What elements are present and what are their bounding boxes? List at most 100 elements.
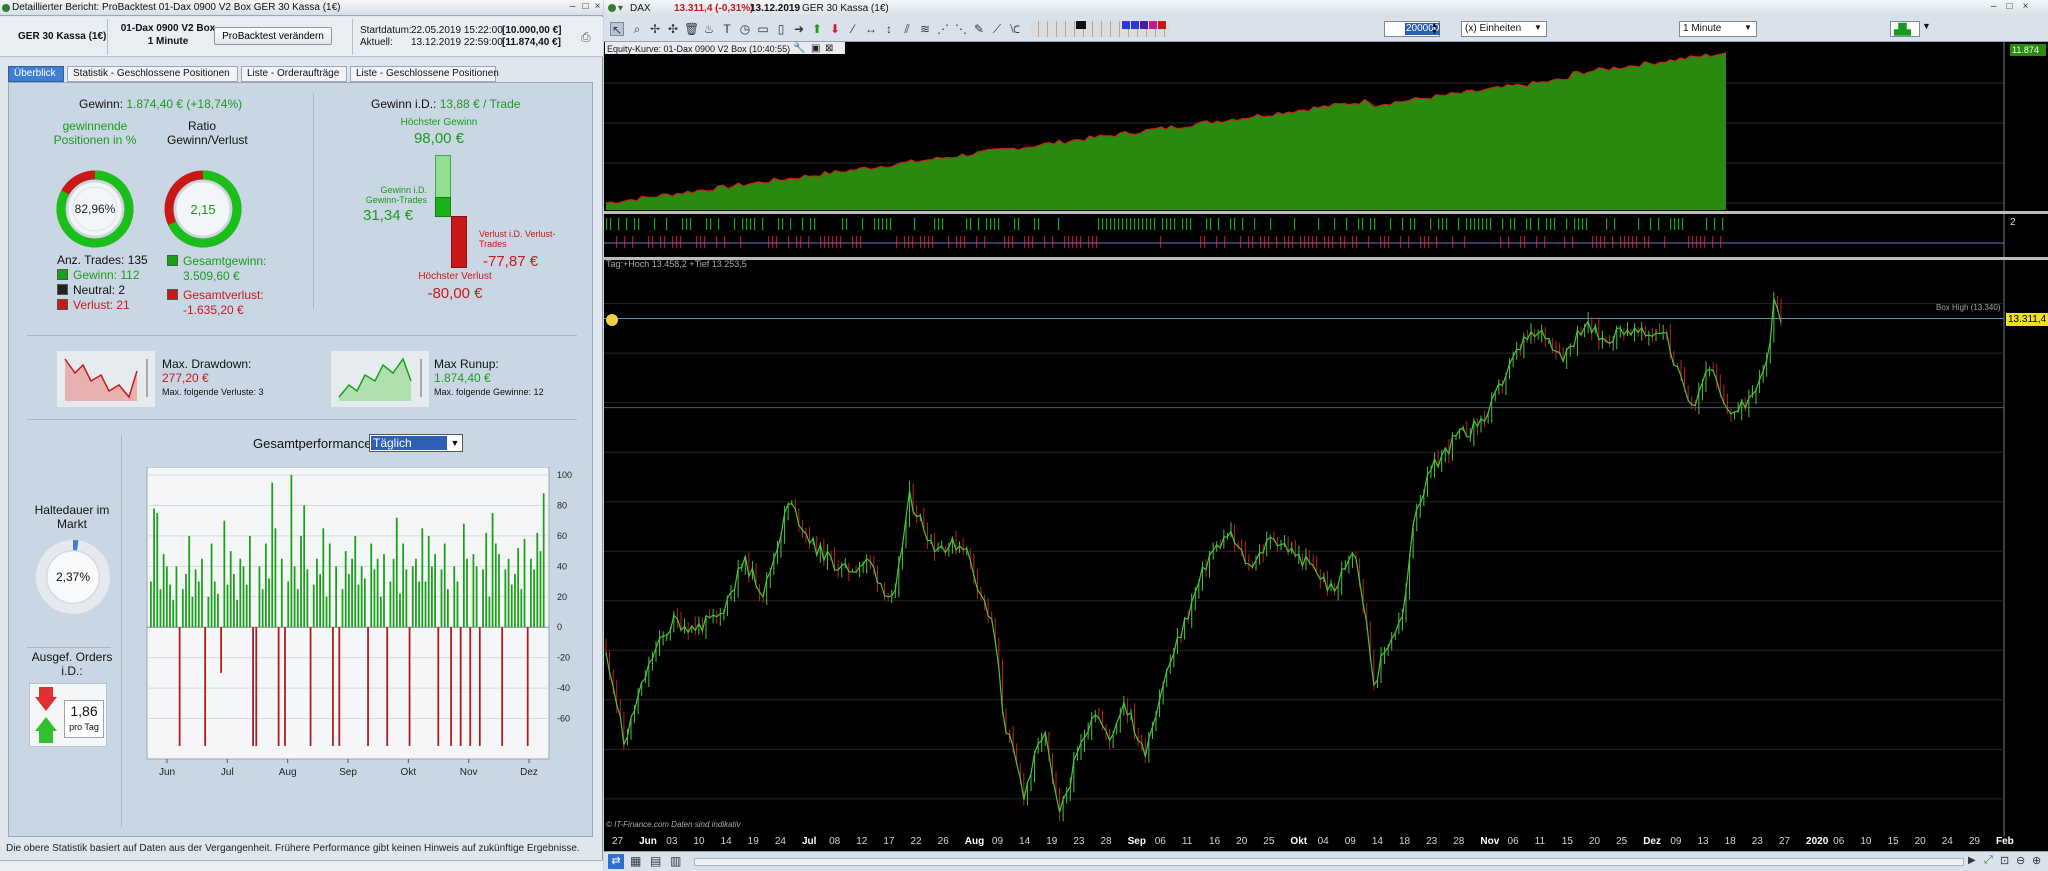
long-marker [1674,218,1676,230]
layout-icon[interactable]: ▤ [650,854,661,868]
long-marker [1482,218,1484,230]
gain-headline: Gewinn: 1.874,40 € (+18,74%) [79,97,242,111]
perf-bar [252,627,254,746]
perf-bar [523,538,526,628]
clock-tool-icon[interactable]: ◷ [738,22,752,36]
date-axis-label: Nov [1480,836,1500,847]
alert-marker-icon[interactable] [606,314,618,326]
alert-tool-icon[interactable]: ♨ [702,22,716,36]
short-marker [1024,236,1026,248]
chevron-down-icon[interactable]: ▼ [1534,23,1542,32]
rectangle-tool-icon[interactable]: ▭ [756,22,770,36]
short-marker [648,236,650,248]
arrow-tool-icon[interactable]: ➜ [792,22,806,36]
short-marker [852,236,854,248]
perf-bar [373,569,376,628]
zoom-fit-icon[interactable]: ⊡ [2000,854,2009,867]
grid-icon[interactable]: ▦ [630,854,641,868]
buy-arrow-icon[interactable]: ⬆ [810,22,824,36]
export-icon[interactable]: ⎙ [581,30,591,45]
zoom-in-icon[interactable]: ⊕ [2032,854,2041,867]
chart-minimize-icon[interactable]: – [1988,2,1999,13]
split-icon[interactable]: ▥ [670,854,681,868]
units-input[interactable]: 200000 ▲ ▼ [1384,21,1441,37]
date-axis-label: 10 [1860,836,1872,847]
short-marker [1380,236,1382,248]
units-select[interactable]: (x) Einheiten ▼ [1461,21,1547,37]
short-marker [908,236,910,248]
minimize-icon[interactable]: – [567,2,578,13]
sell-arrow-icon[interactable]: ⬇ [828,22,842,36]
wrench-icon[interactable]: 🔧 [793,43,805,54]
chart-close-icon[interactable]: × [2020,2,2031,13]
orders-value: 1,86 [70,703,98,719]
fibonacci-tool-icon[interactable]: ≋ [918,22,932,36]
long-marker [1658,218,1660,230]
long-marker [1614,218,1616,230]
change-backtest-button[interactable]: ProBacktest verändern [214,27,332,45]
short-marker [1200,236,1202,248]
trash-tool-icon[interactable]: 🗑 [684,22,699,36]
chevron-down-icon[interactable]: ▼ [448,436,462,450]
range-tool-icon[interactable]: ▯ [774,22,788,36]
perf-bar [386,627,389,746]
zoom-out-icon[interactable]: ⊖ [2016,854,2025,867]
perf-bar [153,508,155,628]
fan-tool-icon[interactable]: ⋰ [936,22,950,36]
ruler-tool-icon[interactable]: ⟋ [990,22,1004,36]
short-marker [704,236,706,248]
restore-icon[interactable]: □ [580,2,591,13]
tab-order-list[interactable]: Liste - Orderaufträge [241,66,347,82]
date-axis-label: Okt [1290,836,1308,847]
avg-win-value: 31,34 € [363,207,414,224]
report-info-bar: GER 30 Kassa (1€) 01-Dax 0900 V2 Box 1 M… [0,17,603,57]
gann-tool-icon[interactable]: ⋱ [954,22,968,36]
perf-bar [312,584,315,628]
zoom-tool-icon[interactable]: ⌕ [630,22,644,36]
tab-closed-positions[interactable]: Liste - Geschlossene Positionen [350,66,499,82]
pen-tool-icon[interactable]: ✎ [972,22,986,36]
chart-scrollbar[interactable] [694,858,1964,866]
perf-bar [536,532,539,628]
chart-type-button[interactable]: ▟▙ [1890,21,1920,37]
line-tool-icon[interactable]: ⁄ [846,22,860,36]
long-marker [862,218,864,230]
tab-statistics[interactable]: Statistik - Geschlossene Positionen [67,66,238,82]
chart-restore-icon[interactable]: □ [2004,2,2015,13]
scroll-right-icon[interactable]: ▶ [1968,855,1976,866]
stepper-up-icon[interactable]: ▲ [1431,22,1438,29]
performance-period-select[interactable]: Täglich ▼ [369,434,463,452]
stepper-down-icon[interactable]: ▼ [1431,29,1438,36]
hline-tool-icon[interactable]: ↔ [864,22,878,36]
date-axis-label: 22 [910,836,922,847]
perf-x-tick: Okt [401,767,417,778]
channel-tool-icon[interactable]: ⫽ [900,22,914,36]
chart-area[interactable] [604,42,2048,836]
magnet-tool-icon[interactable]: ✣ [666,22,680,36]
vline-tool-icon[interactable]: ↕ [882,22,896,36]
runup-sub: Max. folgende Gewinne: 12 [434,387,544,397]
chevron-down-icon[interactable]: ▼ [1922,21,1931,31]
cursor-tool-icon[interactable]: ↖ [610,22,624,37]
close-icon[interactable]: × [592,2,603,13]
date-axis-label: 27 [1778,836,1791,847]
chart-dropdown-icon[interactable]: ▾ [618,0,623,17]
long-marker [1538,218,1540,230]
long-marker [746,218,748,230]
date-axis-label: 20 [1588,836,1601,847]
color-palette[interactable] [1030,21,1170,37]
long-marker [610,218,612,230]
perf-bar [258,566,261,628]
interval-value: 1 Minute [1683,23,1722,34]
chevron-down-icon[interactable]: ▼ [1744,23,1752,32]
andrews-tool-icon[interactable]: ⟈ [1008,22,1022,36]
long-marker [938,218,940,230]
pane-close-icon[interactable]: ⊠ [825,43,833,54]
text-tool-icon[interactable]: T [720,22,734,36]
cross-tool-icon[interactable]: ✢ [648,22,662,36]
interval-select[interactable]: 1 Minute ▼ [1679,21,1757,37]
share-icon[interactable]: ⇄ [608,854,624,869]
window-icon[interactable]: ▣ [811,43,820,54]
tab-overview[interactable]: Überblick [8,66,64,82]
auto-scale-icon[interactable]: ⤢ [1984,854,1993,867]
